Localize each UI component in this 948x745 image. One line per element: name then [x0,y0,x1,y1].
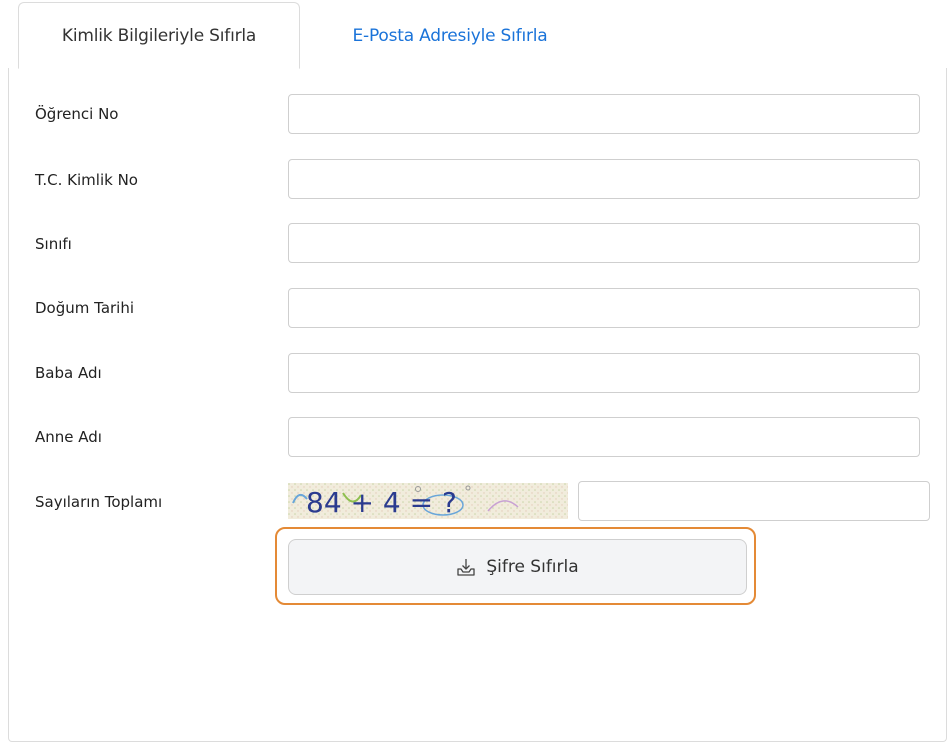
sinifi-input[interactable] [288,223,920,263]
captcha-text: 84 + 4 = ? [306,486,457,519]
tab-label: E-Posta Adresiyle Sıfırla [352,25,548,46]
captcha-image: 84 + 4 = ? [288,483,568,519]
dogum-tarihi-input[interactable] [288,288,920,328]
sifre-sifirla-button[interactable]: Şifre Sıfırla [288,539,747,595]
anne-adi-label: Anne Adı [35,428,102,446]
tc-kimlik-no-label: T.C. Kimlik No [35,171,138,189]
captcha-answer-input[interactable] [578,481,930,521]
ogrenci-no-input[interactable] [288,94,920,134]
sayilarin-toplami-label: Sayıların Toplamı [35,493,163,511]
sifre-sifirla-label: Şifre Sıfırla [486,557,579,577]
ogrenci-no-label: Öğrenci No [35,105,119,123]
tab-e-posta-adresiyle[interactable]: E-Posta Adresiyle Sıfırla [300,2,600,69]
download-tray-icon [456,557,476,577]
dogum-tarihi-label: Doğum Tarihi [35,299,135,317]
baba-adi-label: Baba Adı [35,364,102,382]
tc-kimlik-no-input[interactable] [288,159,920,199]
tab-kimlik-bilgileriyle[interactable]: Kimlik Bilgileriyle Sıfırla [18,2,300,69]
anne-adi-input[interactable] [288,417,920,457]
baba-adi-input[interactable] [288,353,920,393]
tab-label: Kimlik Bilgileriyle Sıfırla [61,25,257,46]
sinifi-label: Sınıfı [35,235,72,253]
